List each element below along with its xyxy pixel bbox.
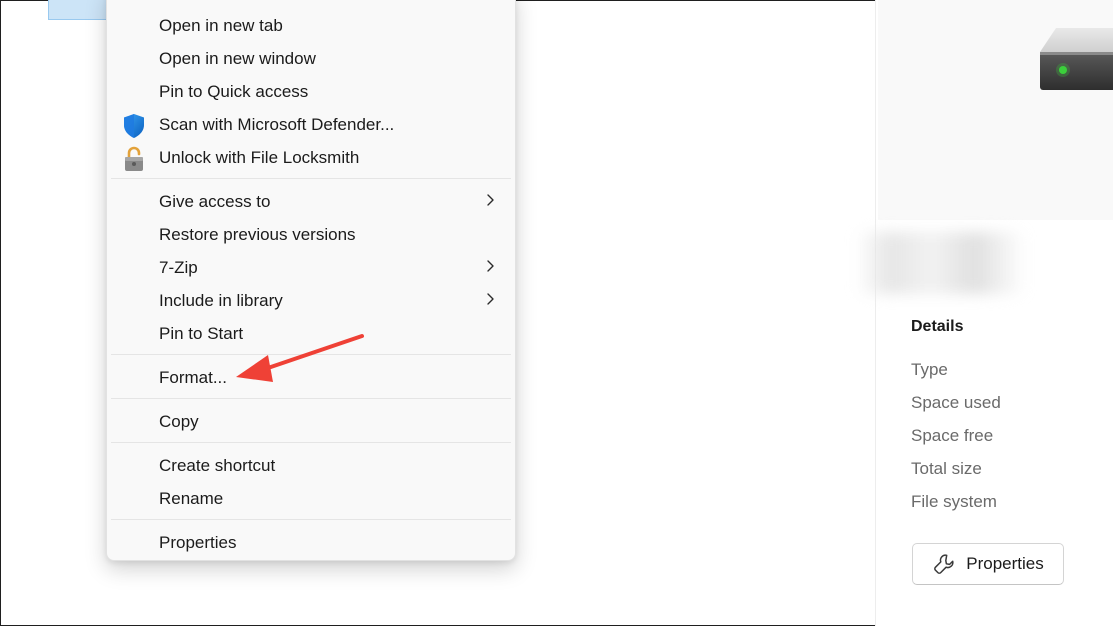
context-menu: Open in new tab Open in new window Pin t… bbox=[106, 0, 516, 561]
chevron-right-icon bbox=[483, 290, 497, 308]
properties-button[interactable]: Properties bbox=[912, 543, 1064, 585]
menu-item-label: Pin to Quick access bbox=[159, 81, 309, 101]
menu-separator bbox=[111, 519, 511, 520]
menu-separator bbox=[111, 354, 511, 355]
details-pane: Details Type Space used Space free Total… bbox=[856, 0, 1113, 626]
menu-item-include-library[interactable]: Include in library bbox=[111, 284, 511, 317]
menu-item-open-new-window[interactable]: Open in new window bbox=[111, 42, 511, 75]
details-field-list: Type Space used Space free Total size Fi… bbox=[911, 358, 1001, 523]
menu-item-label: Pin to Start bbox=[159, 323, 244, 343]
menu-separator bbox=[111, 442, 511, 443]
menu-item-restore-versions[interactable]: Restore previous versions bbox=[111, 218, 511, 251]
details-field-space-free: Space free bbox=[911, 426, 994, 445]
details-field-total-size: Total size bbox=[911, 459, 982, 478]
menu-item-pin-start[interactable]: Pin to Start bbox=[111, 317, 511, 350]
menu-separator bbox=[111, 398, 511, 399]
selected-drive-item[interactable] bbox=[48, 0, 108, 20]
preview-area bbox=[878, 0, 1113, 220]
chevron-right-icon bbox=[483, 257, 497, 275]
menu-item-label: Unlock with File Locksmith bbox=[159, 147, 360, 167]
details-field-type: Type bbox=[911, 360, 948, 379]
details-field-space-used: Space used bbox=[911, 393, 1001, 412]
menu-item-label: Open in new window bbox=[159, 48, 316, 68]
defender-shield-icon bbox=[121, 113, 147, 139]
menu-item-format[interactable]: Format... bbox=[111, 361, 511, 394]
menu-item-7zip[interactable]: 7-Zip bbox=[111, 251, 511, 284]
menu-item-label: Give access to bbox=[159, 191, 271, 211]
menu-item-properties[interactable]: Properties bbox=[111, 526, 511, 559]
menu-item-unlock-locksmith[interactable]: Unlock with File Locksmith bbox=[111, 141, 511, 174]
menu-item-label: Rename bbox=[159, 488, 224, 508]
menu-item-label: Properties bbox=[159, 532, 237, 552]
menu-item-give-access[interactable]: Give access to bbox=[111, 185, 511, 218]
menu-item-label: Copy bbox=[159, 411, 199, 431]
blurred-drive-name bbox=[856, 232, 1026, 294]
menu-item-label: Open in new tab bbox=[159, 15, 283, 35]
details-title: Details bbox=[911, 318, 964, 335]
chevron-right-icon bbox=[483, 191, 497, 209]
menu-item-label: Include in library bbox=[159, 290, 283, 310]
properties-button-label: Properties bbox=[966, 554, 1044, 573]
menu-item-label: Format... bbox=[159, 367, 228, 387]
menu-item-pin-quick-access[interactable]: Pin to Quick access bbox=[111, 75, 511, 108]
details-field-file-system: File system bbox=[911, 492, 997, 511]
padlock-icon bbox=[121, 146, 147, 172]
menu-item-scan-defender[interactable]: Scan with Microsoft Defender... bbox=[111, 108, 511, 141]
menu-item-label: Create shortcut bbox=[159, 455, 276, 475]
menu-item-copy[interactable]: Copy bbox=[111, 405, 511, 438]
menu-item-label: 7-Zip bbox=[159, 257, 198, 277]
wrench-icon bbox=[932, 552, 956, 576]
menu-item-open-new-tab[interactable]: Open in new tab bbox=[111, 9, 511, 42]
menu-item-create-shortcut[interactable]: Create shortcut bbox=[111, 449, 511, 482]
menu-item-label: Scan with Microsoft Defender... bbox=[159, 114, 395, 134]
drive-icon bbox=[1040, 28, 1113, 90]
menu-item-label: Restore previous versions bbox=[159, 224, 356, 244]
menu-item-rename[interactable]: Rename bbox=[111, 482, 511, 515]
menu-separator bbox=[111, 178, 511, 179]
